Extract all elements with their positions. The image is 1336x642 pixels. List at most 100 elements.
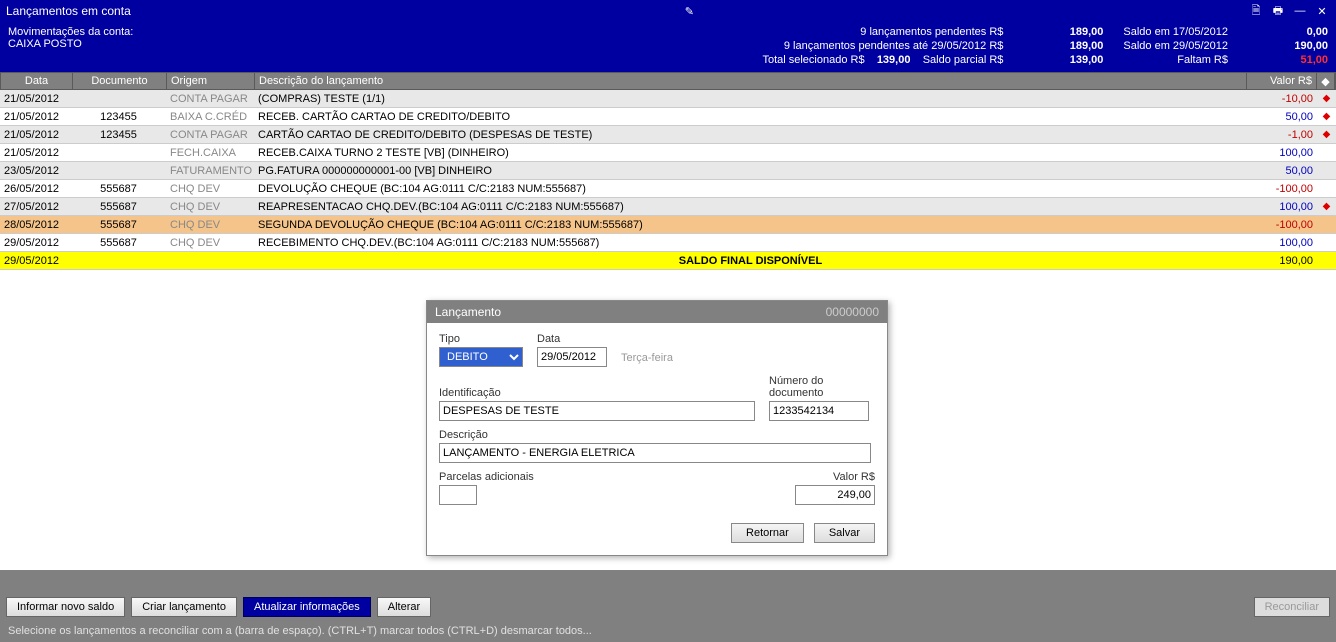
table-row[interactable]: 27/05/2012 555687 CHQ DEV REAPRESENTACAO… xyxy=(0,198,1336,216)
cell-origem: CHQ DEV xyxy=(166,180,254,197)
cell-marker[interactable] xyxy=(1318,162,1336,179)
label-parc: Parcelas adicionais xyxy=(439,471,534,483)
cell-documento xyxy=(72,162,166,179)
summary-label: Faltam R$ xyxy=(1123,54,1228,66)
cell-data: 29/05/2012 xyxy=(0,234,72,251)
label-data: Data xyxy=(537,333,607,345)
col-header-origem[interactable]: Origem xyxy=(167,73,255,89)
salvar-button[interactable]: Salvar xyxy=(814,523,875,543)
cell-marker[interactable]: ◆ xyxy=(1318,126,1336,143)
close-icon[interactable]: ✕ xyxy=(1314,3,1330,19)
cell-valor: 100,00 xyxy=(1248,144,1318,161)
table-row[interactable]: 26/05/2012 555687 CHQ DEV DEVOLUÇÃO CHEQ… xyxy=(0,180,1336,198)
col-header-valor[interactable]: Valor R$ xyxy=(1247,73,1317,89)
alterar-button[interactable]: Alterar xyxy=(377,597,431,617)
cell-origem: CHQ DEV xyxy=(166,234,254,251)
desc-input[interactable] xyxy=(439,443,871,463)
atualizar-button[interactable]: Atualizar informações xyxy=(243,597,371,617)
reconciliar-button[interactable]: Reconciliar xyxy=(1254,597,1330,617)
edit-icon[interactable]: ✎ xyxy=(681,3,697,19)
table-row[interactable]: 21/05/2012 123455 BAIXA C.CRÉD RECEB. CA… xyxy=(0,108,1336,126)
dialog-title: Lançamento xyxy=(435,305,501,319)
cell-descricao: RECEBIMENTO CHQ.DEV.(BC:104 AG:0111 C/C:… xyxy=(254,234,1248,251)
ident-input[interactable] xyxy=(439,401,755,421)
cell-data: 23/05/2012 xyxy=(0,162,72,179)
cell-documento: 123455 xyxy=(72,108,166,125)
cell-data: 28/05/2012 xyxy=(0,216,72,233)
cell-marker[interactable] xyxy=(1318,216,1336,233)
dialog-header[interactable]: Lançamento 00000000 xyxy=(427,301,887,323)
cell-origem: FATURAMENTO xyxy=(166,162,254,179)
cell-marker[interactable] xyxy=(1318,144,1336,161)
summary-value: 190,00 xyxy=(1248,40,1328,52)
tipo-select[interactable]: DEBITO xyxy=(439,347,523,367)
cell-valor: -100,00 xyxy=(1248,216,1318,233)
label-numdoc: Número do documento xyxy=(769,375,875,399)
table-row[interactable]: 23/05/2012 FATURAMENTO PG.FATURA 0000000… xyxy=(0,162,1336,180)
cell-descricao: REAPRESENTACAO CHQ.DEV.(BC:104 AG:0111 C… xyxy=(254,198,1248,215)
summary-value: 189,00 xyxy=(1023,40,1103,52)
table-row[interactable]: 29/05/2012 555687 CHQ DEV RECEBIMENTO CH… xyxy=(0,234,1336,252)
status-bar: Selecione os lançamentos a reconciliar c… xyxy=(0,620,1336,642)
dialog-docnum: 00000000 xyxy=(826,305,879,319)
account-name: CAIXA POSTO xyxy=(8,38,288,50)
table-row-final[interactable]: 29/05/2012 SALDO FINAL DISPONÍVEL 190,00 xyxy=(0,252,1336,270)
numdoc-input[interactable] xyxy=(769,401,869,421)
cell-descricao: CARTÃO CARTAO DE CREDITO/DEBITO (DESPESA… xyxy=(254,126,1248,143)
cell-data: 26/05/2012 xyxy=(0,180,72,197)
cell-valor: 50,00 xyxy=(1248,162,1318,179)
cell-marker[interactable]: ◆ xyxy=(1318,90,1336,107)
cell-marker[interactable] xyxy=(1318,234,1336,251)
cell-valor: -100,00 xyxy=(1248,180,1318,197)
criar-lancamento-button[interactable]: Criar lançamento xyxy=(131,597,237,617)
status-text: Selecione os lançamentos a reconciliar c… xyxy=(8,625,592,637)
cell-origem: CHQ DEV xyxy=(166,198,254,215)
table-row[interactable]: 21/05/2012 123455 CONTA PAGAR CARTÃO CAR… xyxy=(0,126,1336,144)
table-row[interactable]: 28/05/2012 555687 CHQ DEV SEGUNDA DEVOLU… xyxy=(0,216,1336,234)
retornar-button[interactable]: Retornar xyxy=(731,523,804,543)
cell-data: 27/05/2012 xyxy=(0,198,72,215)
window-title: Lançamentos em conta xyxy=(6,4,131,18)
cell-documento: 555687 xyxy=(72,198,166,215)
cell-origem: CONTA PAGAR xyxy=(166,90,254,107)
summary-label: 9 lançamentos pendentes R$ xyxy=(762,26,1003,38)
summary-label: Saldo em 29/05/2012 xyxy=(1123,40,1228,52)
parc-input[interactable] xyxy=(439,485,477,505)
summary-value: 0,00 xyxy=(1248,26,1328,38)
cell-documento: 555687 xyxy=(72,216,166,233)
label-valor: Valor R$ xyxy=(833,471,875,483)
cell-origem: CHQ DEV xyxy=(166,216,254,233)
cell-descricao: SALDO FINAL DISPONÍVEL xyxy=(254,252,1248,269)
cell-valor: -1,00 xyxy=(1248,126,1318,143)
minimize-icon[interactable]: — xyxy=(1292,3,1308,19)
label-tipo: Tipo xyxy=(439,333,523,345)
col-header-documento[interactable]: Documento xyxy=(73,73,167,89)
col-header-descricao[interactable]: Descrição do lançamento xyxy=(255,73,1247,89)
col-header-marker[interactable]: ◆ xyxy=(1317,73,1335,89)
cell-valor: 100,00 xyxy=(1248,198,1318,215)
cell-marker[interactable]: ◆ xyxy=(1318,108,1336,125)
weekday-label: Terça-feira xyxy=(621,352,673,367)
table-header: Data Documento Origem Descrição do lança… xyxy=(0,72,1336,90)
cell-documento: 555687 xyxy=(72,234,166,251)
label-ident: Identificação xyxy=(439,387,755,399)
cell-marker[interactable]: ◆ xyxy=(1318,198,1336,215)
col-header-data[interactable]: Data xyxy=(1,73,73,89)
print-icon[interactable]: 🖶 xyxy=(1270,3,1286,19)
summary-value: 189,00 xyxy=(1023,26,1103,38)
novo-saldo-button[interactable]: Informar novo saldo xyxy=(6,597,125,617)
cell-origem: FECH.CAIXA xyxy=(166,144,254,161)
cell-documento: 555687 xyxy=(72,180,166,197)
table-row[interactable]: 21/05/2012 FECH.CAIXA RECEB.CAIXA TURNO … xyxy=(0,144,1336,162)
page-icon[interactable]: 🗎 xyxy=(1248,3,1264,19)
cell-descricao: RECEB.CAIXA TURNO 2 TESTE [VB] (DINHEIRO… xyxy=(254,144,1248,161)
cell-valor: 50,00 xyxy=(1248,108,1318,125)
window-titlebar: Lançamentos em conta ✎ 🗎 🖶 — ✕ xyxy=(0,0,1336,22)
cell-marker[interactable] xyxy=(1318,180,1336,197)
cell-valor: 190,00 xyxy=(1248,252,1318,269)
data-input[interactable] xyxy=(537,347,607,367)
valor-input[interactable] xyxy=(795,485,875,505)
cell-descricao: RECEB. CARTÃO CARTAO DE CREDITO/DEBITO xyxy=(254,108,1248,125)
summary-panel: Movimentações da conta: CAIXA POSTO 9 la… xyxy=(0,22,1336,72)
table-row[interactable]: 21/05/2012 CONTA PAGAR (COMPRAS) TESTE (… xyxy=(0,90,1336,108)
